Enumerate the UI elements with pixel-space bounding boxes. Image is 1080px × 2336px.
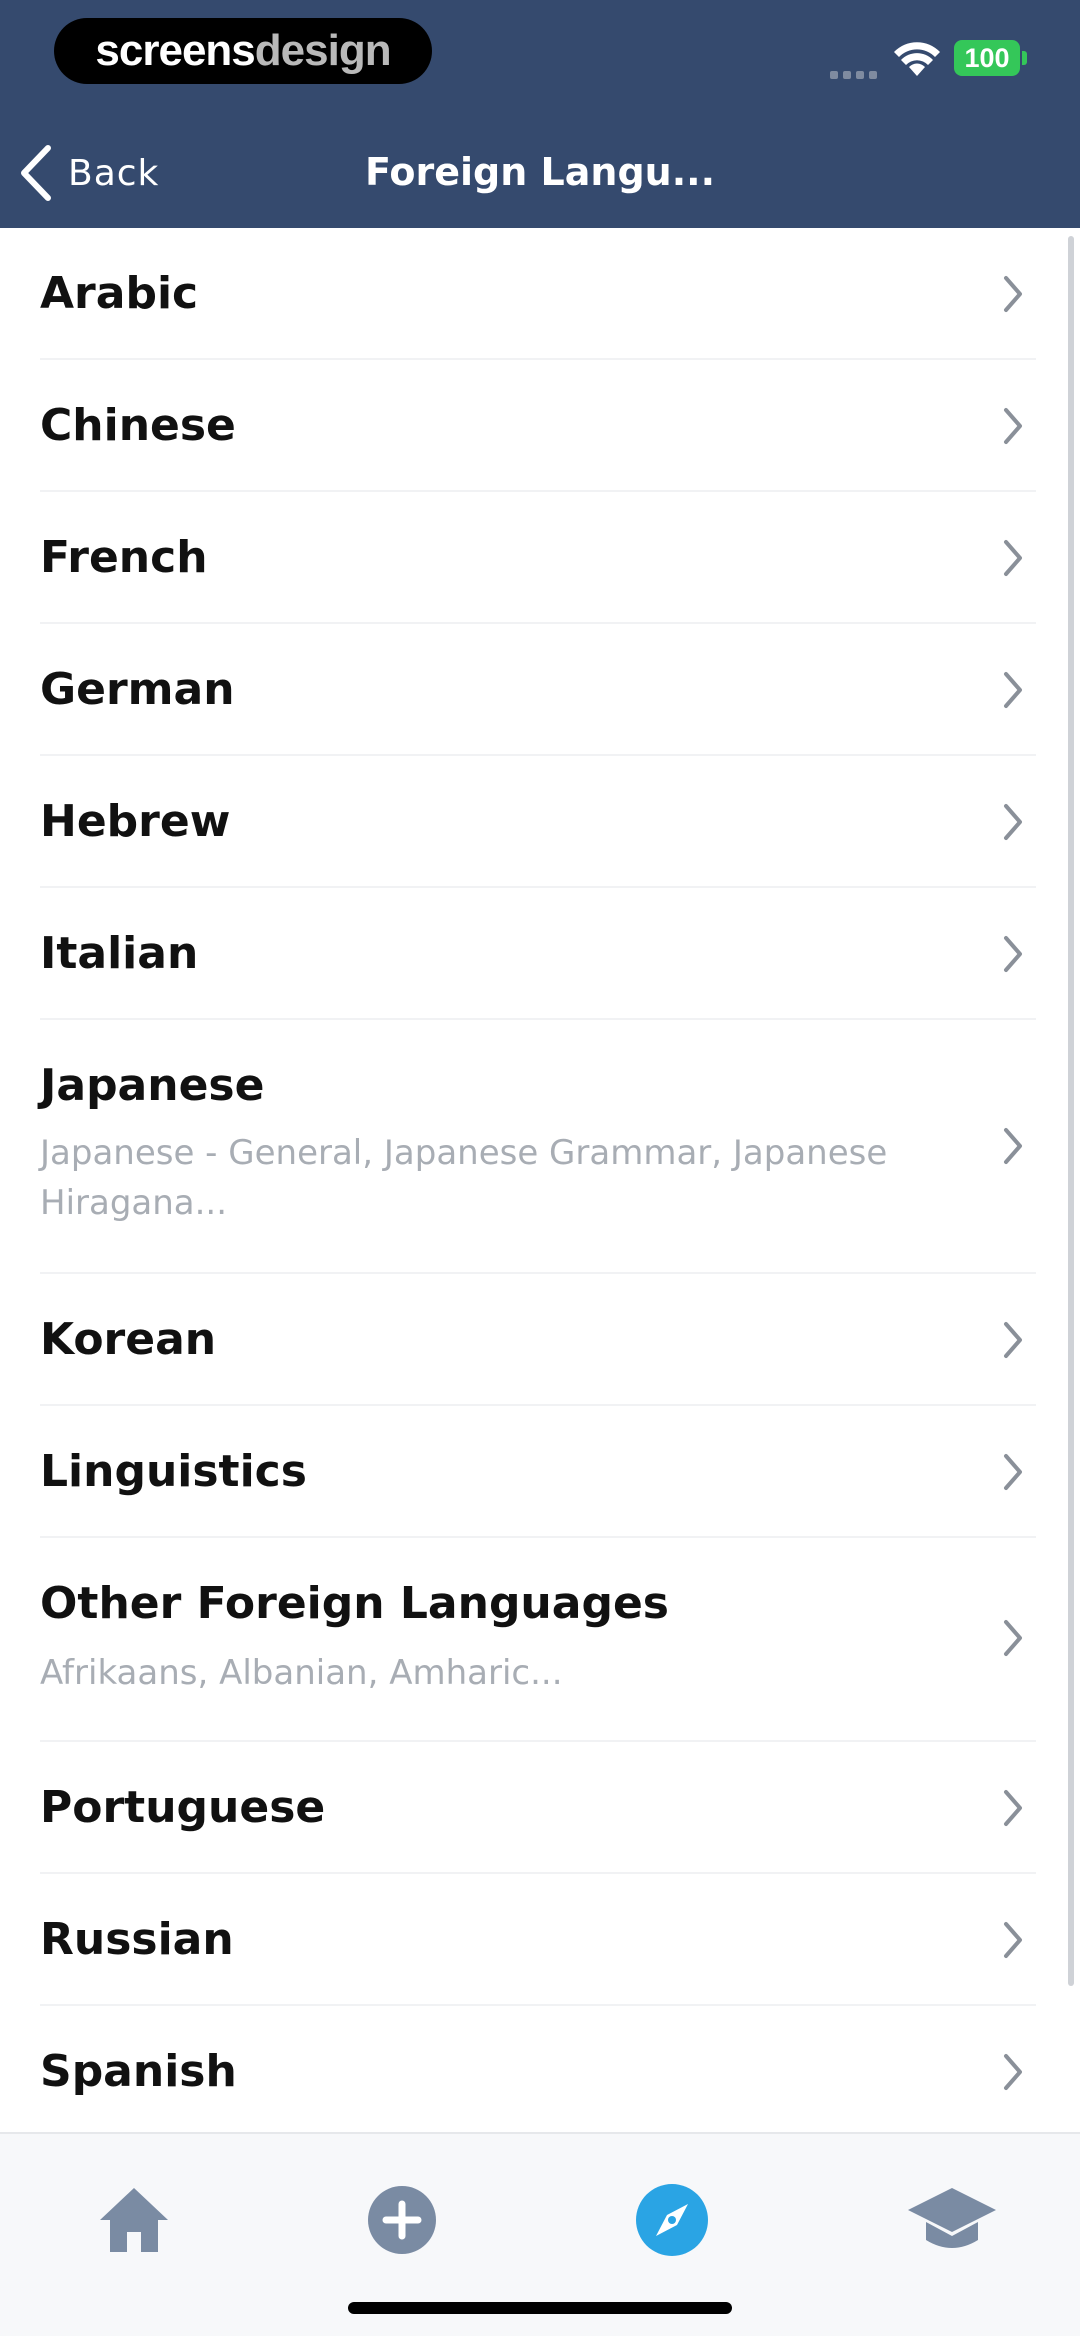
nav-header: screensdesign 100 Back Foreign Langu... [0,0,1080,228]
back-chevron-icon [21,145,51,201]
list-item-title: Hebrew [40,796,231,847]
list-item-portuguese[interactable]: Portuguese [0,1742,1080,1874]
list-item-other-foreign-languages[interactable]: Other Foreign Languages Afrikaans, Alban… [0,1538,1080,1742]
list-item-title: French [40,532,208,583]
battery-indicator: 100 [954,40,1020,76]
chevron-right-icon [1004,672,1022,708]
list-item-title: Italian [40,928,199,979]
back-label: Back [68,152,160,194]
chevron-right-icon [1004,1128,1022,1164]
list-item-russian[interactable]: Russian [0,1874,1080,2006]
list-item-title: Portuguese [40,1782,326,1833]
tab-add[interactable] [362,2180,442,2260]
list-item-spanish[interactable]: Spanish [0,2006,1080,2132]
home-icon [100,2188,168,2252]
battery-cap [1022,51,1027,65]
compass-icon [636,2184,708,2256]
wifi-icon [894,42,940,76]
list-item-japanese[interactable]: Japanese Japanese - General, Japanese Gr… [0,1020,1080,1274]
list-item-italian[interactable]: Italian [0,888,1080,1020]
list-item-subtitle: Afrikaans, Albanian, Amharic... [40,1653,563,1693]
chevron-right-icon [1004,540,1022,576]
list-item-title: Linguistics [40,1446,307,1497]
brand-part1: screens [95,26,255,75]
language-list: Arabic Chinese French German Hebrew Ital… [0,228,1080,2132]
list-item-title: Other Foreign Languages [40,1578,669,1629]
list-item-title: Chinese [40,400,236,451]
list-item-title: Arabic [40,268,199,319]
list-item-subtitle: Japanese - General, Japanese Grammar, Ja… [40,1133,888,1223]
back-button[interactable]: Back [18,138,159,208]
signal-icon [830,64,882,79]
list-item-arabic[interactable]: Arabic [0,228,1080,360]
screen: screensdesign 100 Back Foreign Langu... … [0,0,1080,2336]
page-title: Foreign Langu... [364,150,715,194]
chevron-right-icon [1004,1922,1022,1958]
brand-logo: screensdesign [54,18,432,84]
list-item-title: Spanish [40,2046,237,2097]
chevron-right-icon [1004,1620,1022,1656]
graduation-cap-icon [908,2188,996,2248]
tab-home[interactable] [94,2180,174,2260]
list-item-chinese[interactable]: Chinese [0,360,1080,492]
tab-explore[interactable] [632,2180,712,2260]
home-indicator [348,2302,732,2314]
chevron-right-icon [1004,804,1022,840]
list-item-german[interactable]: German [0,624,1080,756]
list-item-hebrew[interactable]: Hebrew [0,756,1080,888]
list-item-title: Russian [40,1914,234,1965]
chevron-right-icon [1004,276,1022,312]
brand-part2: design [254,26,392,75]
chevron-right-icon [1004,1790,1022,1826]
list-item-title: Korean [40,1314,217,1365]
list-item-title: Japanese [40,1060,265,1111]
chevron-right-icon [1004,1322,1022,1358]
scrollbar[interactable] [1068,236,1074,1986]
plus-circle-icon [368,2186,436,2254]
chevron-right-icon [1004,2054,1022,2090]
tab-learn[interactable] [904,2180,1000,2260]
list-item-linguistics[interactable]: Linguistics [0,1406,1080,1538]
chevron-right-icon [1004,408,1022,444]
list-item-french[interactable]: French [0,492,1080,624]
chevron-right-icon [1004,936,1022,972]
list-item-title: German [40,664,235,715]
chevron-right-icon [1004,1454,1022,1490]
list-item-korean[interactable]: Korean [0,1274,1080,1406]
